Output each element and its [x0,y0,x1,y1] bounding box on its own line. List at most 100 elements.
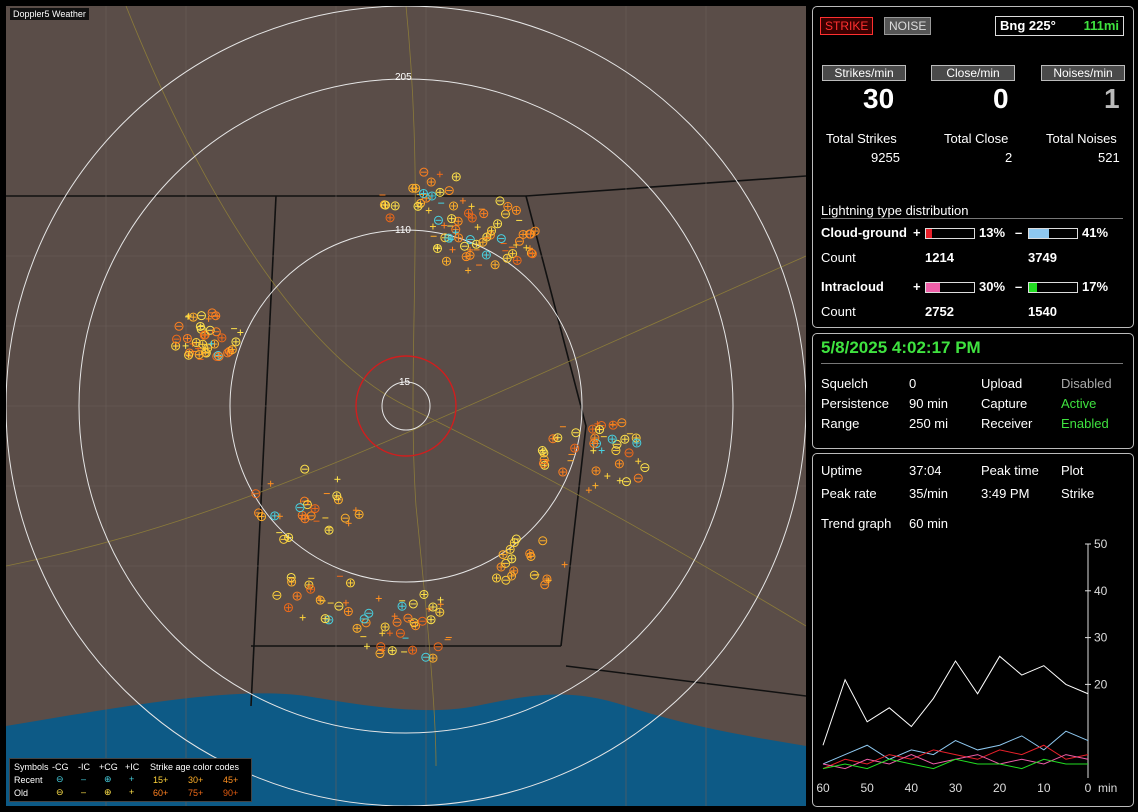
cg-pos-pct: 13% [979,225,1006,240]
y-tick-label: 30 [1094,631,1108,645]
y-tick-label: 40 [1094,584,1108,598]
map-title: Doppler5 Weather [10,8,89,20]
age-30: 30+ [188,775,204,785]
cloud-ground-label: Cloud-ground [821,225,907,240]
ring-label-outer: 205 [395,72,412,83]
trend-series-0 [822,655,1089,746]
ic-neg-sign: – [1015,279,1023,294]
lightning-map[interactable]: Doppler5 Weather 205 110 15 Symbols -CG … [6,6,806,806]
capture-label: Capture [981,396,1028,411]
x-tick-label: 10 [1037,781,1051,794]
distribution-divider [821,218,1123,219]
legend-age-title: Strike age color codes [150,762,240,772]
y-tick-label: 50 [1094,537,1108,551]
ic-neg-bar [1028,282,1078,293]
pos-cg-old-icon: ⊕ [104,787,112,797]
close-per-min-header[interactable]: Close/min [931,65,1015,81]
cg-pos-sign: + [913,225,921,240]
datetime: 5/8/2025 4:02:17 PM [821,338,981,357]
legend-col-neg-ic: -IC [78,762,90,772]
stats-panel: STRIKE NOISE Bng 225° 111mi Strikes/min … [812,6,1134,328]
total-noises-value: 521 [1098,150,1120,165]
status-panel: 5/8/2025 4:02:17 PM Squelch 0 Upload Dis… [812,333,1134,449]
persistence-value[interactable]: 90 min [909,396,948,411]
upload-label: Upload [981,376,1023,391]
ring-label-middle: 110 [395,225,411,236]
legend-old-label: Old [14,788,29,798]
cg-count-label: Count [821,250,856,265]
peak-rate-value: 35/min [909,486,949,501]
x-tick-label: 30 [949,781,963,794]
peak-rate-label: Peak rate [821,486,877,501]
bearing-value: Bng 225° [1000,18,1056,33]
x-tick-label: 40 [905,781,919,794]
noise-button[interactable]: NOISE [884,17,932,35]
neg-ic-recent-icon: – [81,774,87,784]
ic-count-label: Count [821,304,856,319]
ic-pos-count: 2752 [925,304,954,319]
distribution-title: Lightning type distribution [821,203,969,218]
upload-value[interactable]: Disabled [1061,376,1112,391]
trend-graph-value[interactable]: 60 min [909,516,948,531]
trend-graph: 50 40 30 20 60 50 40 30 20 10 0 min [816,537,1117,794]
legend-col-pos-ic: +IC [125,762,140,772]
pos-ic-recent-icon: + [129,774,135,784]
cg-pos-count: 1214 [925,250,954,265]
persistence-label: Persistence [821,396,889,411]
neg-ic-old-icon: – [81,787,87,797]
neg-cg-recent-icon: ⊖ [56,774,64,784]
noises-per-min-header[interactable]: Noises/min [1041,65,1125,81]
ring-label-inner: 15 [399,377,411,388]
strikes-per-min-value: 30 [863,83,895,114]
ic-pos-bar [925,282,975,293]
status-divider [821,363,1123,364]
legend-recent-label: Recent [14,775,43,785]
plot-value[interactable]: Strike [1061,486,1094,501]
trend-graph-label: Trend graph [821,516,892,531]
cg-neg-bar [1028,228,1078,239]
ic-pos-sign: + [913,279,921,294]
age-15: 15+ [153,775,169,785]
squelch-label: Squelch [821,376,868,391]
close-per-min-value: 0 [993,83,1009,114]
cg-neg-pct: 41% [1082,225,1109,240]
intracloud-label: Intracloud [821,279,884,294]
cg-pos-bar [925,228,975,239]
trend-series-2 [822,744,1089,770]
x-tick-label: 20 [993,781,1007,794]
x-tick-label: 50 [860,781,874,794]
ic-neg-count: 1540 [1028,304,1057,319]
legend-col-neg-cg: -CG [52,762,69,772]
total-noises-label: Total Noises [1046,131,1117,146]
peak-time-label: Peak time [981,463,1039,478]
strike-button[interactable]: STRIKE [820,17,874,35]
pos-cg-recent-icon: ⊕ [104,774,112,784]
map-canvas [6,6,806,806]
pos-ic-old-icon: + [129,787,135,797]
age-60: 60+ [153,788,169,798]
receiver-label: Receiver [981,416,1033,431]
x-unit-label: min [1098,781,1117,794]
squelch-value[interactable]: 0 [909,376,916,391]
total-close-value: 2 [1005,150,1013,165]
trend-panel: Uptime 37:04 Peak time Plot Peak rate 35… [812,453,1134,807]
strikes-per-min-header[interactable]: Strikes/min [822,65,906,81]
age-45: 45+ [223,775,239,785]
capture-value[interactable]: Active [1061,396,1096,411]
age-75: 75+ [188,788,204,798]
range-label: Range [821,416,860,431]
y-tick-label: 20 [1094,677,1108,691]
bearing-box: Bng 225° 111mi [995,16,1124,36]
receiver-value[interactable]: Enabled [1061,416,1109,431]
age-90: 90+ [223,788,239,798]
legend-col-pos-cg: +CG [99,762,118,772]
cg-neg-count: 3749 [1028,250,1057,265]
x-tick-label: 60 [816,781,830,794]
total-close-label: Total Close [944,131,1009,146]
peak-time-value: 3:49 PM [981,486,1030,501]
plot-label: Plot [1061,463,1084,478]
uptime-value: 37:04 [909,463,942,478]
map-legend: Symbols -CG -IC +CG +IC Strike age color… [9,758,252,802]
total-strikes-value: 9255 [871,150,900,165]
range-value[interactable]: 250 mi [909,416,948,431]
